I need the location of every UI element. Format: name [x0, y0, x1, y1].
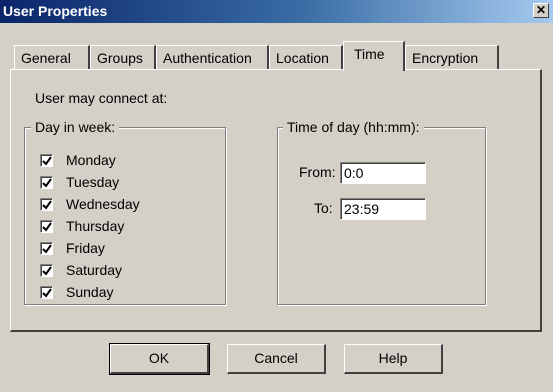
window-title: User Properties — [3, 3, 108, 19]
time-of-day-group: Time of day (hh:mm): From: 0:0 To: 23:59 — [277, 119, 486, 305]
day-in-week-group: Day in week: Monday Tuesday Wednesday Th… — [24, 119, 226, 305]
monday-label: Monday — [66, 152, 116, 168]
tab-label: Groups — [97, 50, 143, 66]
saturday-checkbox[interactable] — [40, 264, 53, 277]
tab-label: Time — [354, 46, 385, 62]
to-time-value: 23:59 — [344, 201, 380, 217]
tab-authentication[interactable]: Authentication — [156, 45, 269, 69]
saturday-label: Saturday — [66, 262, 123, 278]
time-tab-panel: User may connect at: Day in week: Monday… — [10, 69, 542, 332]
help-button[interactable]: Help — [344, 344, 443, 374]
help-button-label: Help — [378, 350, 408, 366]
cancel-button[interactable]: Cancel — [227, 344, 326, 374]
checkmark-icon — [42, 266, 52, 276]
to-label: To: — [314, 200, 333, 216]
thursday-label: Thursday — [66, 218, 125, 234]
from-time-value: 0:0 — [344, 165, 364, 181]
connect-intro-label: User may connect at: — [35, 90, 168, 106]
time-of-day-legend: Time of day (hh:mm): — [283, 119, 424, 135]
tab-label: Authentication — [163, 50, 252, 66]
close-icon: ✕ — [535, 3, 547, 17]
title-bar[interactable]: User Properties ✕ — [0, 0, 553, 23]
tab-time[interactable]: Time — [343, 41, 405, 71]
tab-groups[interactable]: Groups — [90, 45, 156, 69]
from-label: From: — [299, 164, 336, 180]
friday-checkbox[interactable] — [40, 242, 53, 255]
tab-label: Encryption — [412, 50, 479, 66]
user-properties-dialog: User Properties ✕ General Groups Authent… — [0, 0, 553, 392]
friday-label: Friday — [66, 240, 105, 256]
day-in-week-legend: Day in week: — [31, 119, 120, 135]
tab-label: General — [21, 50, 71, 66]
active-tab-joint — [344, 69, 403, 71]
ok-button[interactable]: OK — [109, 343, 210, 375]
wednesday-label: Wednesday — [66, 196, 140, 212]
tuesday-checkbox[interactable] — [40, 176, 53, 189]
to-time-input[interactable]: 23:59 — [340, 198, 426, 220]
cancel-button-label: Cancel — [254, 350, 298, 366]
thursday-checkbox[interactable] — [40, 220, 53, 233]
checkmark-icon — [42, 178, 52, 188]
checkmark-icon — [42, 156, 52, 166]
wednesday-checkbox[interactable] — [40, 198, 53, 211]
ok-button-label: OK — [148, 350, 170, 366]
tab-encryption[interactable]: Encryption — [405, 45, 499, 69]
checkmark-icon — [42, 222, 52, 232]
tab-location[interactable]: Location — [269, 45, 343, 69]
tab-label: Location — [276, 50, 329, 66]
tab-general[interactable]: General — [14, 45, 90, 69]
monday-checkbox[interactable] — [40, 154, 53, 167]
close-button[interactable]: ✕ — [533, 3, 549, 18]
sunday-checkbox[interactable] — [40, 286, 53, 299]
sunday-label: Sunday — [66, 284, 114, 300]
from-time-input[interactable]: 0:0 — [340, 162, 426, 184]
checkmark-icon — [42, 244, 52, 254]
tuesday-label: Tuesday — [66, 174, 120, 190]
checkmark-icon — [42, 200, 52, 210]
checkmark-icon — [42, 288, 52, 298]
